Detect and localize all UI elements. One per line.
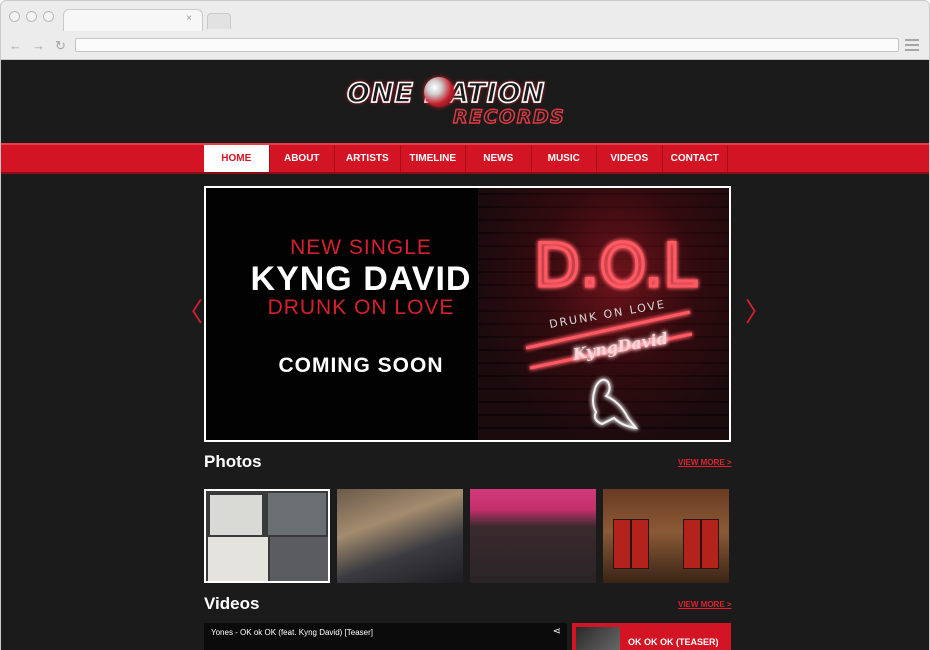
- website-page: ONE NATION RECORDS HOME ABOUT ARTISTS TIMEL…: [0, 60, 930, 650]
- video-player[interactable]: Yones - OK ok OK (feat. Kyng David) [Tea…: [204, 623, 567, 650]
- hero-coming-soon: COMING SOON: [278, 354, 444, 377]
- hero-track-name: DRUNK ON LOVE: [267, 296, 455, 319]
- video-list-item[interactable]: OK OK OK (TEASER): [572, 623, 731, 650]
- forward-arrow-icon[interactable]: →: [32, 38, 45, 54]
- address-bar[interactable]: [75, 38, 899, 52]
- neon-dol-text: D.O.L: [534, 231, 697, 301]
- globe-hand-icon: [424, 77, 454, 107]
- new-tab-button[interactable]: [207, 13, 231, 29]
- video-title[interactable]: Yones - OK ok OK (feat. Kyng David) [Tea…: [211, 628, 373, 637]
- nav-item-contact[interactable]: CONTACT: [663, 145, 728, 172]
- main-navigation: HOME ABOUT ARTISTS TIMELINE NEWS MUSIC VIDEOS C…: [1, 143, 929, 174]
- back-arrow-icon[interactable]: ←: [9, 38, 22, 54]
- hero-text-panel: NEW SINGLE KYNG DAVID DRUNK ON LOVE COMI…: [206, 188, 478, 440]
- close-window-dot[interactable]: [9, 11, 20, 22]
- photo-thumbnail-radio-studio[interactable]: [337, 489, 463, 583]
- video-card-label[interactable]: OK OK OK (TEASER): [628, 637, 719, 647]
- photo-thumbnail-autographs[interactable]: [204, 489, 330, 583]
- hero-artist-name: KYNG DAVID: [250, 260, 472, 298]
- nav-item-artists[interactable]: ARTISTS: [335, 145, 401, 172]
- video-thumbnail[interactable]: [576, 627, 620, 650]
- neon-sign-graphic: D.O.L DRUNK ON LOVE KyngDavid: [525, 230, 699, 430]
- slider-next-arrow[interactable]: 〉: [745, 292, 771, 329]
- window-controls: [9, 11, 54, 22]
- browser-tab[interactable]: ×: [63, 9, 203, 31]
- videos-view-more-link[interactable]: VIEW MORE >: [678, 600, 732, 609]
- hero-neon-artwork: D.O.L DRUNK ON LOVE KyngDavid: [478, 188, 729, 440]
- site-logo[interactable]: ONE NATION RECORDS: [346, 74, 587, 134]
- minimize-window-dot[interactable]: [26, 11, 37, 22]
- hamburger-menu-icon[interactable]: [905, 39, 919, 51]
- neon-drunk-on-love-text: DRUNK ON LOVE: [548, 298, 667, 331]
- tab-close-icon[interactable]: ×: [186, 13, 192, 24]
- nav-item-timeline[interactable]: TIMELINE: [401, 145, 466, 172]
- nav-item-home[interactable]: HOME: [204, 145, 270, 172]
- reload-icon[interactable]: ↻: [55, 38, 66, 54]
- slider-prev-arrow[interactable]: 〈: [177, 292, 203, 329]
- nav-list: HOME ABOUT ARTISTS TIMELINE NEWS MUSIC VIDEOS C…: [204, 145, 728, 172]
- hero-new-single: NEW SINGLE: [290, 236, 432, 259]
- nav-item-videos[interactable]: VIDEOS: [597, 145, 663, 172]
- nav-item-about[interactable]: ABOUT: [270, 145, 335, 172]
- photo-thumbnail-recording-studio[interactable]: [603, 489, 729, 583]
- maximize-window-dot[interactable]: [43, 11, 54, 22]
- browser-chrome: × ← → ↻: [0, 0, 930, 60]
- nav-item-music[interactable]: MUSIC: [532, 145, 597, 172]
- photo-thumbnail-diner-group[interactable]: [470, 489, 596, 583]
- photo-gallery: [204, 489, 729, 583]
- nav-item-news[interactable]: NEWS: [466, 145, 532, 172]
- photos-view-more-link[interactable]: VIEW MORE >: [678, 458, 732, 467]
- neon-silhouette-icon: [592, 378, 639, 430]
- share-icon[interactable]: ⋖: [553, 626, 561, 637]
- logo-text-records: RECORDS: [452, 105, 566, 128]
- videos-heading: Videos: [204, 594, 260, 613]
- browser-nav-buttons: ← → ↻: [9, 38, 66, 54]
- hero-slider[interactable]: NEW SINGLE KYNG DAVID DRUNK ON LOVE COMI…: [204, 186, 731, 442]
- photos-heading: Photos: [204, 452, 262, 471]
